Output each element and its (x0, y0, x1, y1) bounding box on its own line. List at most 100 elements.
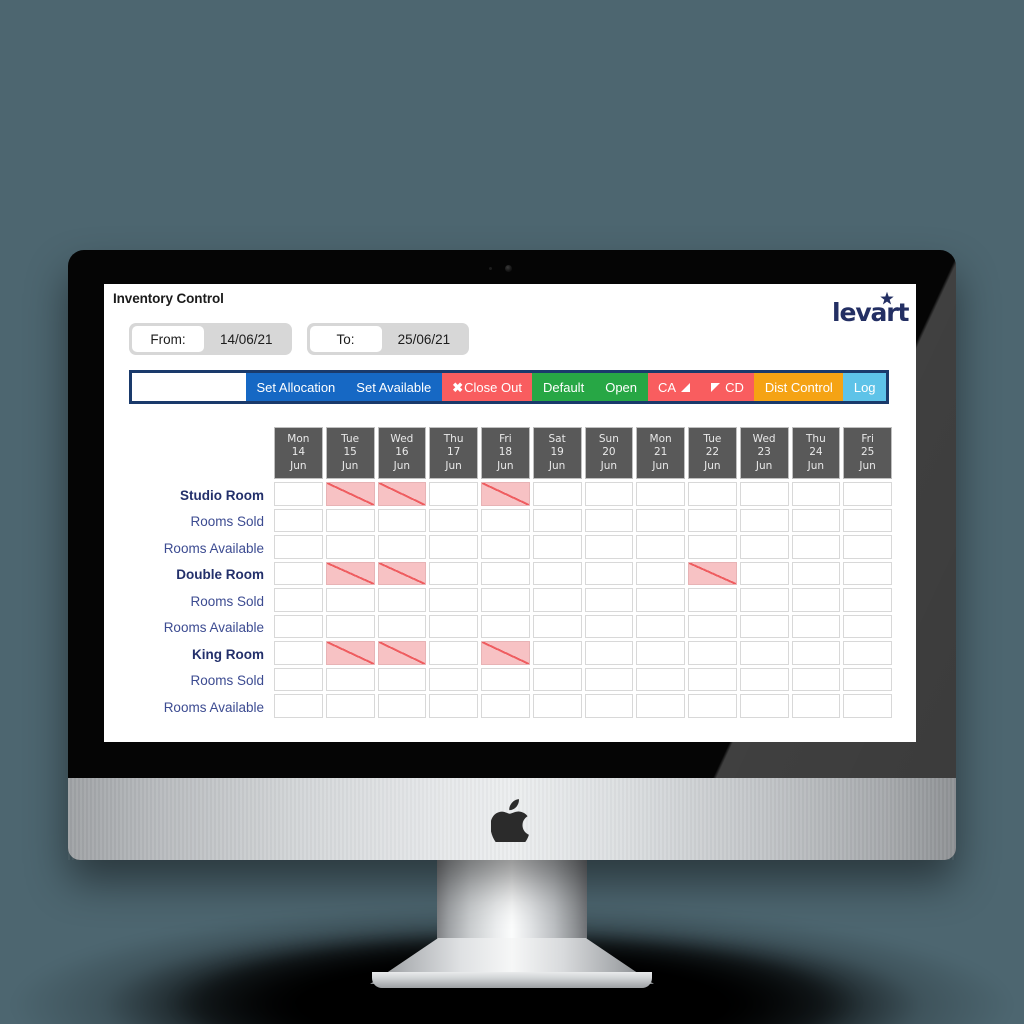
grid-cell[interactable] (791, 561, 841, 586)
grid-cell[interactable] (584, 508, 634, 533)
grid-cell[interactable] (843, 694, 892, 718)
open-button[interactable]: Open (594, 373, 648, 401)
grid-cell[interactable] (688, 641, 737, 665)
calendar-header-cell[interactable]: Mon 21 Jun (636, 427, 685, 480)
grid-cell[interactable] (688, 588, 737, 612)
grid-cell-closed-out[interactable] (325, 561, 375, 586)
calendar-header-cell[interactable]: Fri 18 Jun (481, 427, 530, 480)
grid-cell[interactable] (377, 667, 427, 692)
calendar-header-cell[interactable]: Fri 25 Jun (843, 427, 892, 480)
from-value[interactable]: 14/06/21 (204, 332, 289, 347)
from-date-picker[interactable]: From: 14/06/21 (129, 323, 292, 355)
grid-cell[interactable] (584, 482, 634, 506)
grid-cell[interactable] (584, 535, 634, 559)
grid-cell[interactable] (325, 694, 375, 718)
grid-cell[interactable] (481, 667, 530, 692)
grid-cell[interactable] (377, 694, 427, 718)
grid-cell[interactable] (429, 508, 478, 533)
grid-cell-closed-out[interactable] (325, 482, 375, 506)
grid-cell[interactable] (429, 641, 478, 665)
grid-cell[interactable] (532, 535, 582, 559)
grid-cell[interactable] (636, 561, 685, 586)
grid-cell[interactable] (274, 694, 323, 718)
grid-cell[interactable] (791, 535, 841, 559)
calendar-header-cell[interactable]: Sat 19 Jun (532, 427, 582, 480)
grid-cell[interactable] (584, 561, 634, 586)
grid-cell[interactable] (636, 535, 685, 559)
dist-control-button[interactable]: Dist Control (754, 373, 844, 401)
grid-cell[interactable] (532, 614, 582, 639)
grid-cell[interactable] (584, 614, 634, 639)
grid-cell[interactable] (429, 614, 478, 639)
calendar-header-cell[interactable]: Thu 24 Jun (791, 427, 841, 480)
grid-cell[interactable] (481, 535, 530, 559)
grid-cell[interactable] (843, 561, 892, 586)
grid-cell[interactable] (739, 667, 789, 692)
grid-cell[interactable] (481, 561, 530, 586)
ca-button[interactable]: CA (647, 373, 701, 401)
grid-cell[interactable] (739, 614, 789, 639)
to-value[interactable]: 25/06/21 (382, 332, 467, 347)
grid-cell[interactable] (636, 667, 685, 692)
grid-cell[interactable] (274, 588, 323, 612)
grid-cell[interactable] (274, 667, 323, 692)
close-out-button[interactable]: ✖ Close Out (441, 373, 533, 401)
grid-cell[interactable] (274, 641, 323, 665)
grid-cell[interactable] (843, 667, 892, 692)
grid-cell-closed-out[interactable] (377, 482, 427, 506)
grid-cell[interactable] (274, 535, 323, 559)
grid-cell[interactable] (429, 588, 478, 612)
grid-cell[interactable] (843, 641, 892, 665)
grid-cell[interactable] (791, 614, 841, 639)
grid-cell[interactable] (532, 561, 582, 586)
cd-button[interactable]: CD (700, 373, 755, 401)
grid-cell-closed-out[interactable] (481, 641, 530, 665)
grid-cell[interactable] (377, 508, 427, 533)
grid-cell[interactable] (325, 588, 375, 612)
grid-cell[interactable] (429, 482, 478, 506)
grid-cell-closed-out[interactable] (481, 482, 530, 506)
grid-cell[interactable] (688, 535, 737, 559)
grid-cell[interactable] (274, 482, 323, 506)
grid-cell[interactable] (481, 694, 530, 718)
grid-cell-closed-out[interactable] (325, 641, 375, 665)
calendar-header-cell[interactable]: Wed 23 Jun (739, 427, 789, 480)
grid-cell[interactable] (791, 508, 841, 533)
grid-cell[interactable] (532, 482, 582, 506)
grid-cell[interactable] (636, 694, 685, 718)
to-date-picker[interactable]: To: 25/06/21 (306, 323, 470, 355)
grid-cell[interactable] (636, 508, 685, 533)
grid-cell[interactable] (429, 561, 478, 586)
grid-cell[interactable] (636, 614, 685, 639)
grid-cell[interactable] (843, 482, 892, 506)
grid-cell[interactable] (636, 641, 685, 665)
grid-cell[interactable] (274, 614, 323, 639)
calendar-header-cell[interactable]: Tue 15 Jun (325, 427, 375, 480)
grid-cell[interactable] (688, 614, 737, 639)
grid-cell[interactable] (739, 694, 789, 718)
grid-cell[interactable] (791, 482, 841, 506)
grid-cell[interactable] (739, 561, 789, 586)
grid-cell[interactable] (843, 508, 892, 533)
calendar-header-cell[interactable]: Thu 17 Jun (429, 427, 478, 480)
grid-cell[interactable] (688, 667, 737, 692)
set-available-button[interactable]: Set Available (345, 373, 442, 401)
log-button[interactable]: Log (843, 373, 887, 401)
grid-cell[interactable] (274, 508, 323, 533)
grid-cell[interactable] (843, 535, 892, 559)
calendar-header-cell[interactable]: Tue 22 Jun (688, 427, 737, 480)
grid-cell[interactable] (584, 641, 634, 665)
grid-cell[interactable] (843, 588, 892, 612)
grid-cell[interactable] (481, 588, 530, 612)
grid-cell[interactable] (429, 667, 478, 692)
grid-cell[interactable] (481, 614, 530, 639)
grid-cell-closed-out[interactable] (688, 561, 737, 586)
grid-cell[interactable] (377, 588, 427, 612)
grid-cell[interactable] (584, 667, 634, 692)
grid-cell[interactable] (791, 667, 841, 692)
grid-cell[interactable] (636, 482, 685, 506)
grid-cell[interactable] (325, 535, 375, 559)
grid-cell[interactable] (688, 508, 737, 533)
calendar-header-cell[interactable]: Sun 20 Jun (584, 427, 634, 480)
grid-cell[interactable] (688, 694, 737, 718)
